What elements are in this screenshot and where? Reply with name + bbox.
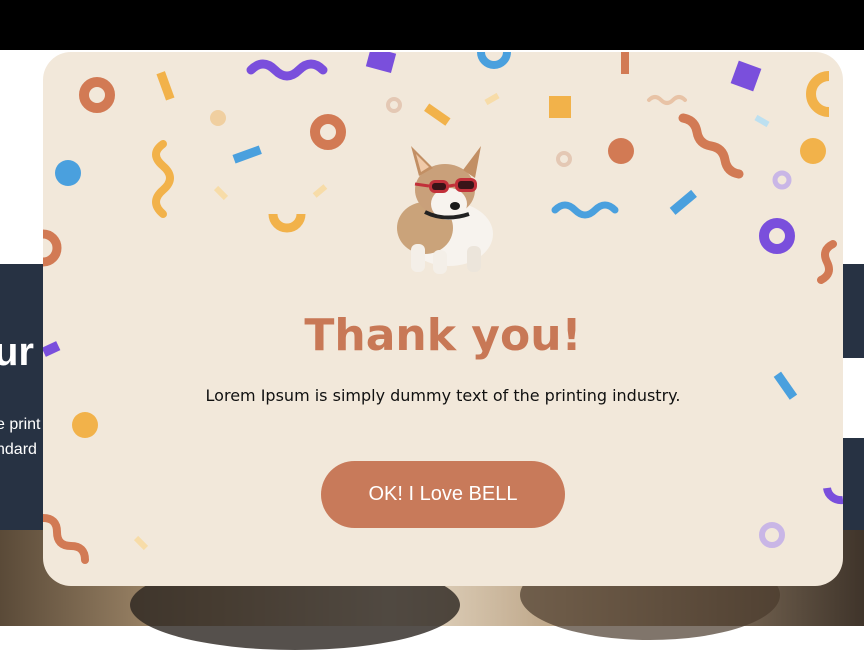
- modal-title: Thank you!: [304, 310, 582, 361]
- corgi-with-goggles-icon: [397, 146, 493, 274]
- background-text-line-1: e print: [0, 416, 41, 433]
- thank-you-modal: Thank you! Lorem Ipsum is simply dummy t…: [43, 52, 843, 586]
- ok-button[interactable]: OK! I Love BELL: [321, 461, 565, 528]
- background-heading: ur: [0, 330, 34, 374]
- top-black-bar: [0, 0, 864, 50]
- modal-description: Lorem Ipsum is simply dummy text of the …: [205, 386, 681, 405]
- background-text-line-2: ndard: [0, 441, 37, 458]
- background-white-block: [842, 358, 864, 438]
